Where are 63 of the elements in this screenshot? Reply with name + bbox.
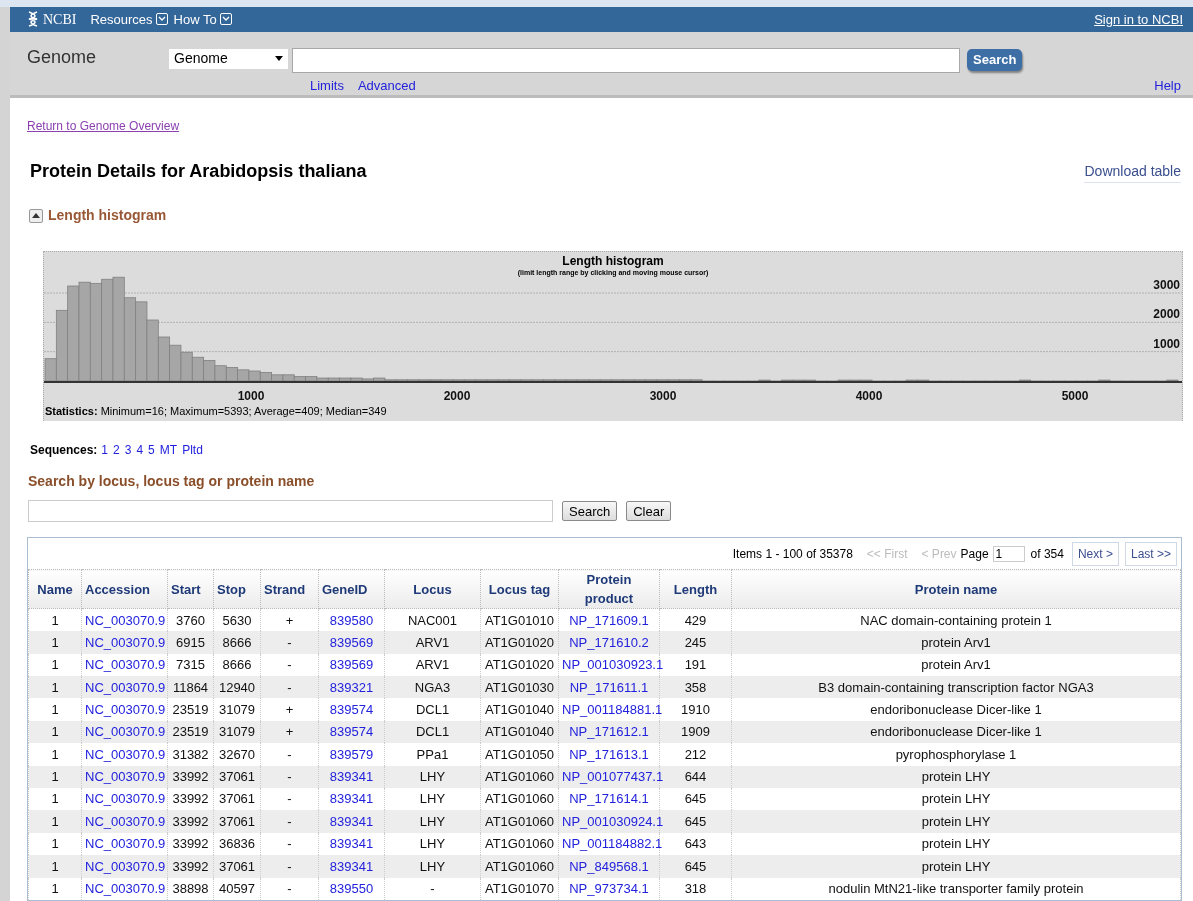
table-cell: LHY <box>384 855 481 878</box>
table-cell: 1 <box>28 631 82 654</box>
table-cell: LHY <box>384 810 481 833</box>
table-cell: pyrophosphorylase 1 <box>731 743 1181 766</box>
table-cell: AT1G01050 <box>480 743 559 766</box>
table-cell: - <box>260 743 319 766</box>
table-cell: AT1G01060 <box>480 810 559 833</box>
table-cell: 245 <box>659 631 732 654</box>
table-cell: DCL1 <box>384 698 481 721</box>
x-tick-label: 5000 <box>1061 389 1089 404</box>
table-cell: nodulin MtN21-like transporter family protein <box>731 877 1181 900</box>
y-tick-label: 2000 <box>1153 307 1180 322</box>
table-cell: - <box>260 877 319 900</box>
table-cell: protein LHY <box>731 855 1181 878</box>
x-tick-label: 1000 <box>237 389 265 404</box>
table-cell: PPa1 <box>384 743 481 766</box>
page-label: Page <box>960 545 989 563</box>
table-cell: AT1G01040 <box>480 698 559 721</box>
table-cell: + <box>260 698 319 721</box>
y-tick-label: 1000 <box>1153 337 1180 352</box>
x-tick-label: 3000 <box>649 389 677 404</box>
table-cell: 40597 <box>213 877 261 900</box>
chart-title: Length histogram <box>562 254 664 269</box>
table-cell: 31382 <box>167 743 214 766</box>
page-title: Protein Details for Arabidopsis thaliana <box>30 160 367 184</box>
table-cell: AT1G01020 <box>480 631 559 654</box>
x-tick-label: 2000 <box>443 389 471 404</box>
table-cell: 1 <box>28 810 82 833</box>
table-cell: 645 <box>659 855 732 878</box>
table-cell: 6915 <box>167 631 214 654</box>
table-cell: - <box>260 810 319 833</box>
table-cell: 37061 <box>213 855 261 878</box>
table-cell: AT1G01060 <box>480 855 559 878</box>
table-cell: ARV1 <box>384 631 481 654</box>
table-cell: 1 <box>28 743 82 766</box>
items-count: Items 1 - 100 of 35378 <box>732 545 853 563</box>
table-cell: - <box>260 631 319 654</box>
table-cell: AT1G01070 <box>480 877 559 900</box>
table-cell: protein Arv1 <box>731 631 1181 654</box>
table-cell: 37061 <box>213 810 261 833</box>
table-cell: 212 <box>659 743 732 766</box>
table-cell: 1 <box>28 698 82 721</box>
table-cell: 38898 <box>167 877 214 900</box>
table-cell: 1 <box>28 855 82 878</box>
sequences-label: Sequences: <box>30 442 98 460</box>
table-cell: 8666 <box>213 631 261 654</box>
table-cell: - <box>260 855 319 878</box>
page-count: of 354 <box>1030 545 1064 563</box>
table-cell: - <box>384 877 481 900</box>
database-title: Genome <box>26 45 98 68</box>
x-tick-label: 4000 <box>855 389 883 404</box>
table-cell: 318 <box>659 877 732 900</box>
table-cell: protein LHY <box>731 810 1181 833</box>
table-cell: 33992 <box>167 855 214 878</box>
table-cell: 1 <box>28 877 82 900</box>
table-cell: 31079 <box>213 698 261 721</box>
table-cell: endoribonuclease Dicer-like 1 <box>731 698 1181 721</box>
chart-statistics: Statistics: Minimum=16; Maximum=5393; Average=409; Median=349 <box>45 403 387 419</box>
table-cell: 33992 <box>167 810 214 833</box>
y-tick-label: 3000 <box>1153 278 1180 293</box>
table-cell: 32670 <box>213 743 261 766</box>
table-cell: 23519 <box>167 698 214 721</box>
search-heading: Search by locus, locus tag or protein name <box>28 472 316 492</box>
